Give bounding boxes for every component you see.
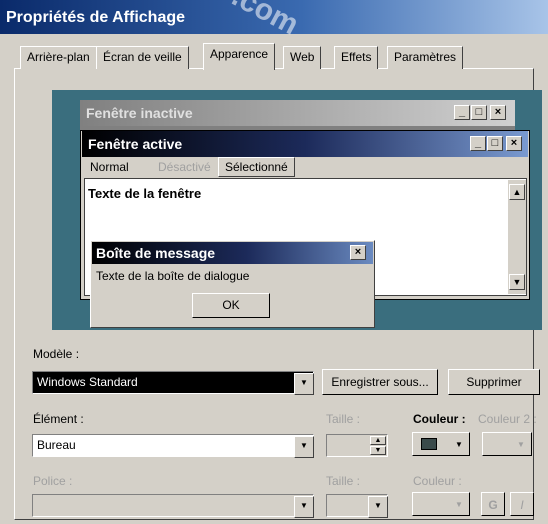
- italic-button[interactable]: I: [510, 492, 534, 516]
- message-box-title[interactable]: Boîte de message: [92, 242, 373, 264]
- menu-disabled[interactable]: Désactivé: [158, 160, 211, 174]
- chevron-down-icon[interactable]: ▼: [294, 496, 314, 518]
- item-color2-button[interactable]: ▼: [482, 432, 532, 456]
- spin-down-icon[interactable]: ▼: [370, 446, 386, 455]
- scheme-value: Windows Standard: [37, 375, 138, 389]
- item-select[interactable]: Bureau: [32, 434, 314, 457]
- font-label: Police :: [33, 474, 73, 488]
- title-bar: Propriétés de Affichage .com: [0, 0, 548, 42]
- close-icon: ×: [490, 105, 506, 120]
- tab-screensaver[interactable]: Écran de veille: [96, 46, 189, 69]
- scheme-label: Modèle :: [33, 347, 80, 361]
- chevron-down-icon[interactable]: ▼: [294, 373, 314, 395]
- chevron-down-icon: ▼: [455, 440, 463, 449]
- preview-scrollbar[interactable]: ▲ ▼: [508, 180, 526, 294]
- message-box-text: Texte de la boîte de dialogue: [96, 269, 250, 283]
- font-select[interactable]: [32, 494, 314, 517]
- spin-up-icon[interactable]: ▲: [370, 436, 386, 445]
- message-box-title-text: Boîte de message: [96, 245, 216, 261]
- window-title: Propriétés de Affichage: [6, 9, 186, 26]
- chevron-down-icon: ▼: [517, 440, 525, 449]
- font-color-button[interactable]: ▼: [412, 492, 470, 516]
- item-size-label: Taille :: [326, 412, 361, 426]
- message-box-ok-button[interactable]: OK: [192, 293, 270, 318]
- font-color-label: Couleur :: [413, 474, 462, 488]
- tab-appearance[interactable]: Apparence: [203, 43, 276, 70]
- minimize-icon: _: [470, 136, 486, 151]
- font-size-label: Taille :: [326, 474, 361, 488]
- maximize-icon: □: [471, 105, 487, 120]
- delete-button[interactable]: Supprimer: [448, 369, 540, 395]
- inactive-window-title[interactable]: Fenêtre inactive: [80, 100, 515, 126]
- item-color-button[interactable]: ▼: [412, 432, 470, 456]
- tab-effects[interactable]: Effets: [334, 46, 379, 69]
- menu-selected[interactable]: Sélectionné: [218, 157, 295, 177]
- scheme-select[interactable]: Windows Standard: [32, 371, 314, 394]
- watermark: .com: [226, 0, 304, 42]
- window-text: Texte de la fenêtre: [88, 186, 202, 201]
- tab-background[interactable]: Arrière-plan: [20, 46, 97, 69]
- item-color2-label: Couleur 2 :: [478, 412, 537, 426]
- bold-button[interactable]: G: [481, 492, 505, 516]
- item-color-label: Couleur :: [413, 412, 466, 426]
- menu-normal[interactable]: Normal: [90, 160, 129, 174]
- close-icon: ×: [506, 136, 522, 151]
- chevron-down-icon[interactable]: ▼: [368, 496, 388, 518]
- color-swatch: [421, 438, 437, 450]
- maximize-icon: □: [487, 136, 503, 151]
- tab-settings[interactable]: Paramètres: [387, 46, 464, 69]
- scroll-up-icon[interactable]: ▲: [509, 184, 525, 200]
- scroll-down-icon[interactable]: ▼: [509, 274, 525, 290]
- close-icon: ×: [350, 245, 366, 260]
- save-as-button[interactable]: Enregistrer sous...: [322, 369, 438, 395]
- inactive-title-text: Fenêtre inactive: [86, 105, 193, 121]
- item-value: Bureau: [37, 438, 76, 452]
- minimize-icon: _: [454, 105, 470, 120]
- tab-web[interactable]: Web: [283, 46, 322, 69]
- active-window-title[interactable]: Fenêtre active: [82, 131, 528, 157]
- active-title-text: Fenêtre active: [88, 136, 183, 152]
- item-label: Élément :: [33, 412, 84, 426]
- chevron-down-icon[interactable]: ▼: [294, 436, 314, 458]
- chevron-down-icon: ▼: [455, 500, 463, 509]
